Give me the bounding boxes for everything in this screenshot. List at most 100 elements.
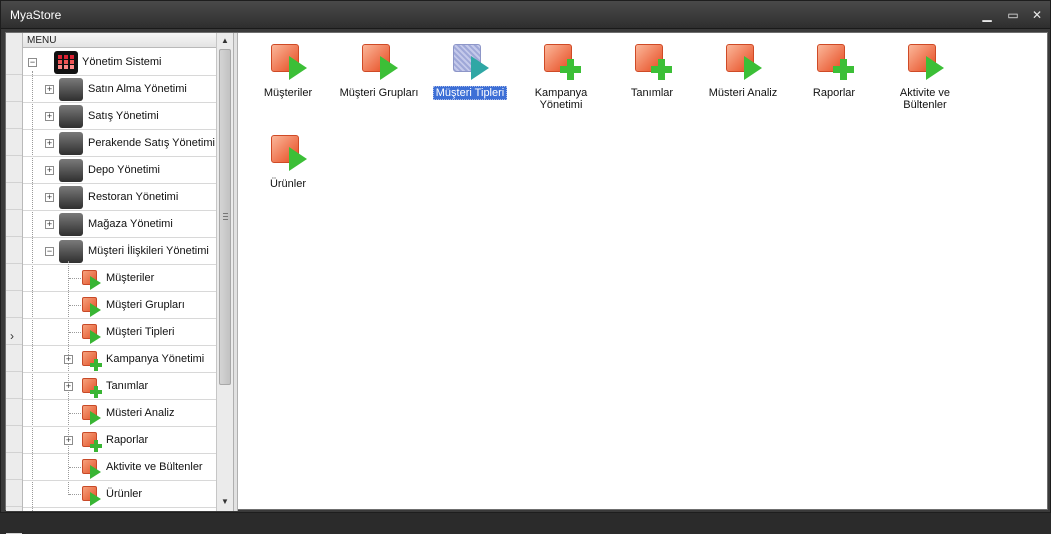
form-open-icon (81, 269, 103, 291)
tree-scrollbar[interactable]: ▲ ▼ (216, 33, 233, 511)
tree-node-module[interactable]: + Satış Yönetimi (23, 103, 216, 130)
expand-icon[interactable]: + (64, 436, 73, 445)
row-indicator-cell (6, 318, 22, 345)
tree-node-child[interactable]: Müşteriler (23, 265, 216, 292)
play-icon (289, 56, 307, 80)
expand-icon[interactable]: + (45, 85, 54, 94)
module-tile-area: Müşteriler Müşteri Grupları Müşteri Tipler… (238, 33, 1047, 509)
expand-icon[interactable]: + (64, 382, 73, 391)
module-tile-caption: Müşteri Tipleri (425, 86, 515, 100)
app-window: MyaStore ▁ ▭ ✕ › MENU − Yönetim Sistemi + S… (0, 0, 1051, 534)
form-add-icon (544, 44, 582, 82)
scroll-thumb[interactable] (219, 49, 231, 385)
tree-node-child[interactable]: + Kampanya Yönetimi (23, 346, 216, 373)
tree-node-module[interactable]: + Mağaza Yönetimi (23, 211, 216, 238)
tree-node-child[interactable]: Müşteri Tipleri (23, 319, 216, 346)
play-icon (471, 56, 489, 80)
expand-icon[interactable]: + (64, 355, 73, 364)
form-open-icon (81, 485, 103, 507)
tree-guide-line (69, 413, 81, 414)
scroll-up-icon[interactable]: ▲ (219, 35, 231, 47)
tree-node-label: Müşteriler (106, 272, 155, 284)
tree-node-child[interactable]: Müşteri Grupları (23, 292, 216, 319)
tree-node-child[interactable]: + Tanımlar (23, 373, 216, 400)
module-tile-label: Müşteriler (263, 87, 313, 99)
module-tile[interactable]: Raporlar (789, 33, 879, 123)
play-icon (926, 56, 944, 80)
tree-node-label: Satış Yönetimi (88, 110, 159, 122)
row-indicator-cell (6, 183, 22, 210)
module-tile-label: Kampanya Yönetimi (534, 87, 588, 111)
tree-node-label: Restoran Yönetimi (88, 191, 179, 203)
tree-node-label: Yönetim Sistemi (82, 56, 162, 68)
row-indicator-cell (6, 345, 22, 372)
expand-icon[interactable]: + (45, 220, 54, 229)
tree-node-child[interactable]: Aktivite ve Bültenler (23, 454, 216, 481)
module-tile[interactable]: Müşteri Tipleri (425, 33, 515, 123)
module-tile-label: Müşteri Tipleri (432, 86, 508, 100)
tree-node-root[interactable]: − Yönetim Sistemi (23, 49, 216, 76)
tree-node-child[interactable]: + Raporlar (23, 427, 216, 454)
plus-icon (560, 59, 581, 80)
form-add-icon (81, 431, 103, 453)
tree-guide-line (69, 494, 81, 495)
module-tile-caption: Aktivite ve Bültenler (880, 87, 970, 111)
tree-node-module[interactable]: − Müşteri İlişkileri Yönetimi (23, 238, 216, 265)
tree-node-child[interactable]: Ürünler (23, 481, 216, 508)
module-tile-label: Raporlar (812, 87, 856, 99)
expand-icon[interactable]: + (45, 166, 54, 175)
module-tile[interactable]: Tanımlar (607, 33, 697, 123)
form-open-icon (362, 44, 400, 82)
module-tile-caption: Ürünler (243, 178, 333, 190)
tree-node-module[interactable]: + Depo Yönetimi (23, 157, 216, 184)
form-open-icon (81, 323, 103, 345)
row-indicator-cell (6, 156, 22, 183)
tree-node-module[interactable]: + Perakende Satış Yönetimi (23, 130, 216, 157)
collapse-icon[interactable]: − (45, 247, 54, 256)
tree-node-module[interactable]: + Satın Alma Yönetimi (23, 76, 216, 103)
expand-icon[interactable]: + (45, 112, 54, 121)
plus-icon (833, 59, 854, 80)
form-add-icon (635, 44, 673, 82)
play-icon (90, 411, 101, 425)
tree-node-child[interactable]: Müsteri Analiz (23, 400, 216, 427)
tree-header: MENU (23, 33, 216, 48)
form-open-icon (81, 296, 103, 318)
tree-node-label: Perakende Satış Yönetimi (88, 137, 215, 149)
menu-tree[interactable]: MENU − Yönetim Sistemi + Satın Alma Yönetim… (23, 33, 216, 511)
plus-icon (90, 440, 102, 452)
row-indicator-cell (6, 480, 22, 507)
row-indicator-cell (6, 399, 22, 426)
row-indicator-cell (6, 237, 22, 264)
module-tile[interactable]: Aktivite ve Bültenler (880, 33, 970, 123)
module-tile[interactable]: Müşteri Grupları (334, 33, 424, 123)
module-tile-caption: Müşteri Grupları (334, 87, 424, 99)
collapse-icon[interactable]: − (28, 58, 37, 67)
play-icon (90, 492, 101, 506)
form-open-icon (453, 44, 491, 82)
module-tile[interactable]: Kampanya Yönetimi (516, 33, 606, 123)
expand-icon[interactable]: + (45, 193, 54, 202)
tree-guide-line (69, 278, 81, 279)
tree-node-label: Kampanya Yönetimi (106, 353, 205, 365)
expand-icon[interactable]: + (45, 139, 54, 148)
module-tile[interactable]: Müşteriler (243, 33, 333, 123)
module-tile[interactable]: Müsteri Analiz (698, 33, 788, 123)
tree-node-label: Ürünler (106, 488, 143, 500)
title-bar[interactable]: MyaStore ▁ ▭ ✕ (1, 1, 1050, 29)
maximize-button[interactable]: ▭ (1005, 7, 1021, 23)
row-indicator-cell (6, 48, 22, 75)
form-open-icon (81, 458, 103, 480)
tree-node-module[interactable]: + Restoran Yönetimi (23, 184, 216, 211)
tree-node-label: Mağaza Yönetimi (88, 218, 173, 230)
truck-icon (59, 105, 83, 128)
play-icon (90, 303, 101, 317)
module-tile[interactable]: Ürünler (243, 124, 333, 214)
row-indicator-column: › (6, 33, 23, 534)
close-button[interactable]: ✕ (1029, 7, 1045, 23)
minimize-button[interactable]: ▁ (979, 7, 995, 23)
window-title: MyaStore (10, 8, 62, 22)
tree-node-label: Satın Alma Yönetimi (88, 83, 187, 95)
scroll-down-icon[interactable]: ▼ (219, 496, 231, 508)
tree-node-label: Depo Yönetimi (88, 164, 160, 176)
